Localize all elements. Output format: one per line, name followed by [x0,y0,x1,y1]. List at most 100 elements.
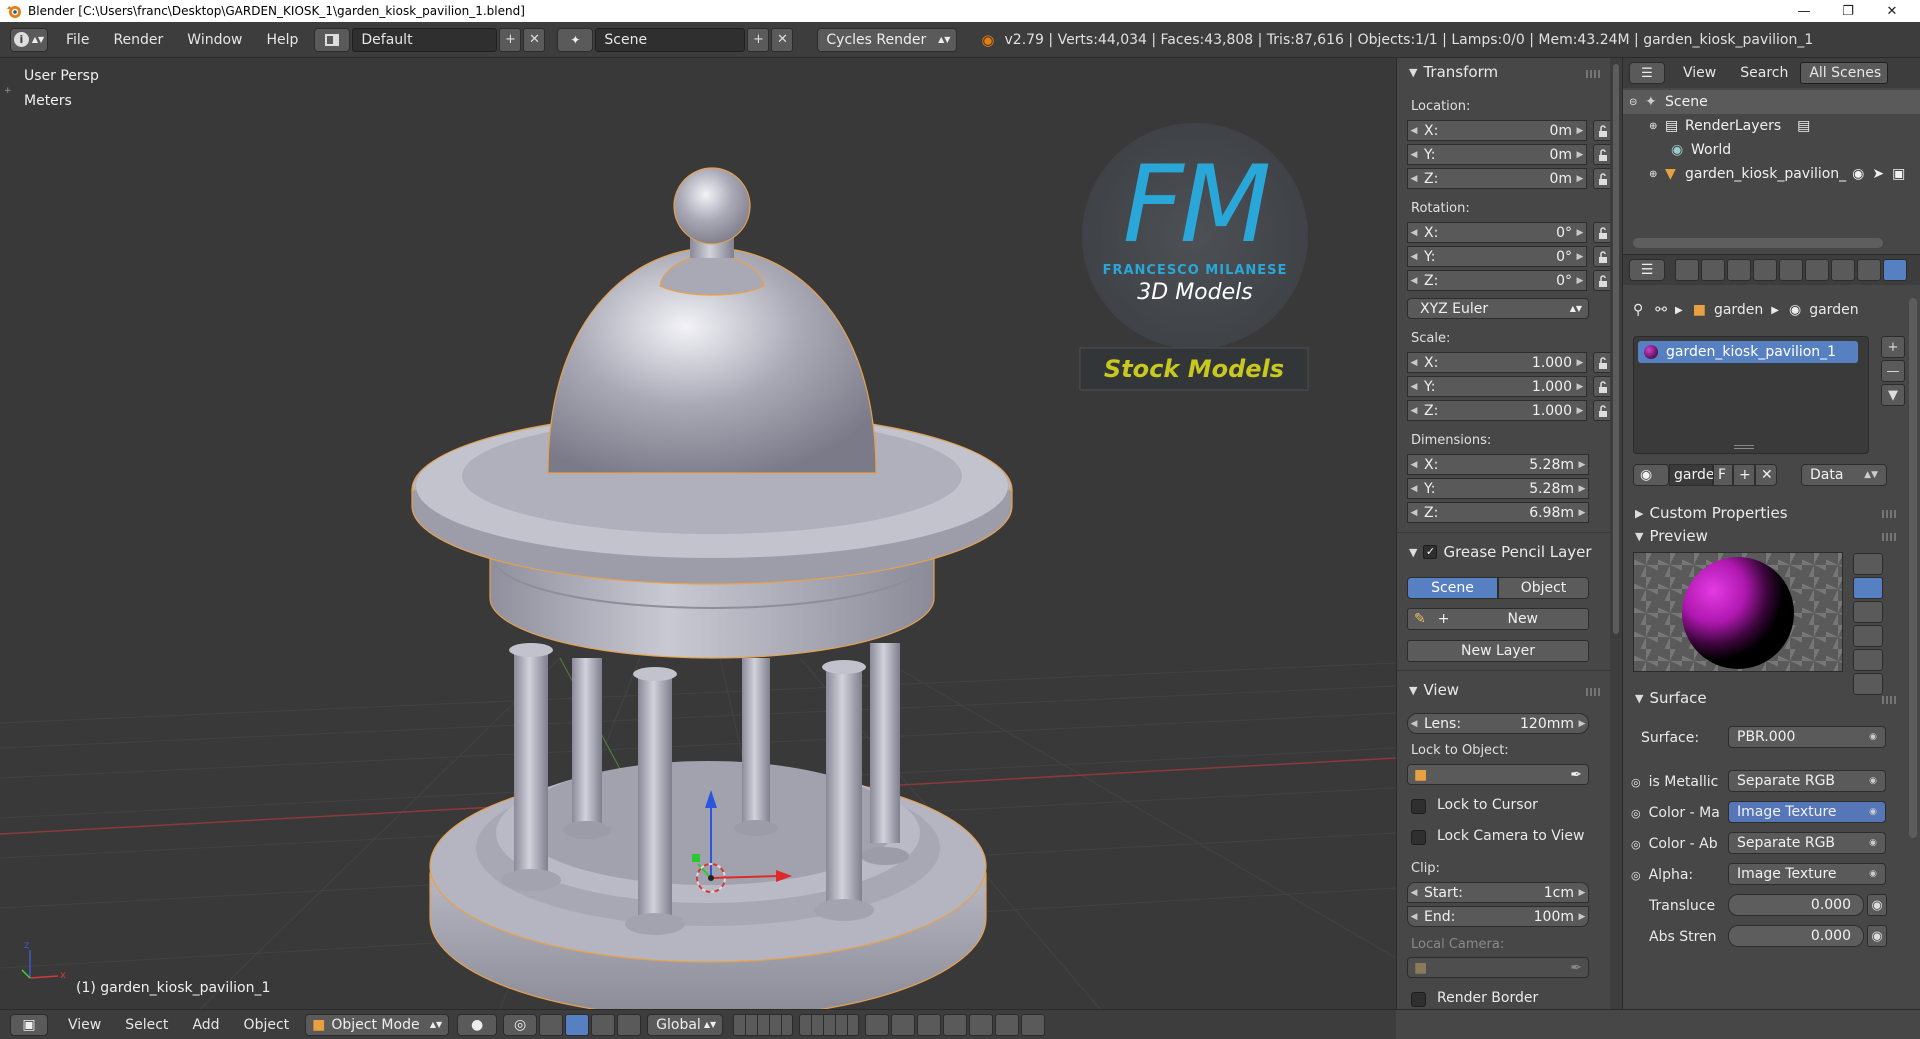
abs-strength-slider[interactable]: 0.000 [1728,925,1864,947]
new-material-icon[interactable]: + [1733,464,1755,486]
outliner-row-world[interactable]: ◉ World [1623,138,1920,162]
outliner-row-renderlayers[interactable]: ⊕ ▤ RenderLayers ▤ [1623,114,1920,138]
transform-orientation-dropdown[interactable]: Global ▲▼ [647,1013,724,1036]
renderlayer-toggle-icon[interactable]: ▤ [1797,118,1810,134]
lock-rotation-z-icon[interactable] [1593,270,1610,291]
render-camera-icon[interactable]: ▣ [1892,166,1905,182]
menu-object[interactable]: Object [232,1017,302,1033]
properties-scrollbar[interactable] [1909,298,1917,838]
rotate-manipulator-icon[interactable] [591,1013,616,1036]
slot-specials-icon[interactable]: ▼ [1881,384,1905,406]
material-name-field[interactable]: garde [1669,464,1714,486]
select-arrow-icon[interactable]: ➤ [1872,166,1884,182]
link-socket-icon[interactable]: ◎ [1631,838,1641,851]
link-socket-icon[interactable]: ◉ [1867,925,1887,947]
scale-z-field[interactable]: ◀ Z: 1.000 ▶ [1407,400,1587,421]
proportional-edit-icon[interactable] [891,1013,916,1036]
list-resize-grip[interactable] [1734,445,1754,449]
menu-help[interactable]: Help [254,32,310,48]
3d-view-editor-type-button[interactable]: ▣ [10,1013,48,1036]
editor-type-button[interactable]: i ▲▼ [10,27,48,52]
minimize-button[interactable]: — [1782,0,1826,22]
outliner-row-object[interactable]: ⊕ ▼ garden_kiosk_pavilion_ ◉ ➤ ▣ [1623,162,1920,186]
outliner-menu-search[interactable]: Search [1728,65,1800,81]
preview-panel-header[interactable]: ▼ Preview [1623,524,1883,548]
menu-view[interactable]: View [56,1017,113,1033]
panel-grip-icon[interactable] [1882,696,1896,704]
constraints-tab-icon[interactable] [1805,259,1829,281]
manipulator-toggle-icon[interactable] [539,1013,564,1036]
rotation-z-field[interactable]: ◀ Z: 0° ▶ [1407,270,1587,291]
dimension-z-field[interactable]: ◀ Z: 6.98m ▶ [1407,502,1589,523]
link-socket-icon[interactable]: ◎ [1631,807,1641,820]
panel-grip-icon[interactable] [1586,688,1600,696]
fake-user-button[interactable]: F [1713,464,1733,486]
3d-viewport[interactable]: z x FM FRANCESCO MILANESE 3D Models Stoc… [0,58,1396,1009]
panel-grip-icon[interactable] [1882,533,1896,541]
preview-monkey-icon[interactable] [1853,625,1883,647]
material-tab-icon[interactable] [1883,259,1907,281]
lock-to-cursor-checkbox[interactable] [1411,799,1426,814]
lock-camera-checkbox[interactable] [1411,830,1426,845]
layout-name-field[interactable]: Default [352,27,498,52]
unlink-material-icon[interactable]: ✕ [1755,464,1777,486]
grease-pencil-panel-header[interactable]: ▼ ✓ Grease Pencil Layer [1397,540,1597,564]
scrollbar-thumb[interactable] [1613,64,1619,634]
rotation-x-field[interactable]: ◀ X: 0° ▶ [1407,222,1587,243]
clip-end-field[interactable]: ◀ End: 100m ▶ [1407,906,1589,927]
local-camera-field[interactable]: ■ ✒ [1407,957,1589,978]
preview-hair-icon[interactable] [1853,649,1883,671]
scene-tab-icon[interactable] [1727,259,1751,281]
preview-flat-icon[interactable] [1853,553,1883,575]
layer-grid-b[interactable] [799,1013,860,1036]
panel-grip-icon[interactable] [1586,70,1600,78]
outliner-filter-dropdown[interactable]: All Scenes [1800,62,1889,84]
link-socket-icon[interactable]: ◎ [1631,869,1641,882]
pin-icon[interactable]: ⚲ [1633,302,1643,318]
world-tab-icon[interactable] [1753,259,1777,281]
lock-rotation-x-icon[interactable] [1593,222,1610,243]
lock-scale-x-icon[interactable] [1593,352,1610,373]
toolshelf-toggle-icon[interactable]: + [4,86,12,96]
layer-buttons[interactable] [731,1013,860,1036]
scale-x-field[interactable]: ◀ X: 1.000 ▶ [1407,352,1587,373]
add-layout-icon[interactable]: + [499,27,522,52]
remove-slot-icon[interactable]: — [1881,360,1905,382]
interaction-mode-dropdown[interactable]: ■ Object Mode ▲▼ [305,1013,450,1036]
preview-cube-icon[interactable] [1853,601,1883,623]
add-scene-icon[interactable]: + [747,27,770,52]
transform-panel-header[interactable]: ▼ Transform [1397,60,1597,84]
modifiers-tab-icon[interactable] [1831,259,1855,281]
link-mode-dropdown[interactable]: Data ▲▼ [1801,464,1887,486]
properties-editor-type-button[interactable]: ☰ [1629,259,1665,281]
screen-layout-button[interactable] [314,27,351,52]
location-z-field[interactable]: ◀ Z: 0m ▶ [1407,168,1587,189]
scene-name-field[interactable]: Scene [595,27,746,52]
render-preview-icon[interactable] [995,1013,1020,1036]
eyedropper-icon[interactable]: ✒ [1570,767,1582,783]
grease-pencil-checkbox[interactable]: ✓ [1423,545,1438,559]
surface-panel-header[interactable]: ▼ Surface [1623,686,1883,710]
browse-material-button[interactable]: ◉ [1633,464,1669,486]
new-layer-button[interactable]: New Layer [1407,640,1589,662]
custom-properties-header[interactable]: ▶ Custom Properties [1623,501,1883,525]
outliner-row-scene[interactable]: ⊝ ✦ Scene [1623,90,1920,114]
layer-grid-a[interactable] [733,1013,794,1036]
color-ab-input-dropdown[interactable]: Separate RGB ◉ [1728,832,1886,854]
material-slot-list[interactable]: garden_kiosk_pavilion_1 [1633,336,1869,454]
render-border-checkbox[interactable] [1411,992,1426,1007]
render-animation-icon[interactable] [1021,1013,1046,1036]
expand-icon[interactable]: ⊕ [1649,121,1659,132]
region-scrollbar[interactable] [1610,58,1622,1009]
lock-scale-z-icon[interactable] [1593,400,1610,421]
lock-location-x-icon[interactable] [1593,120,1610,141]
remove-layout-icon[interactable]: ✕ [523,27,546,52]
menu-select[interactable]: Select [113,1017,180,1033]
snap-target-icon[interactable] [969,1013,994,1036]
transluce-slider[interactable]: 0.000 [1728,894,1864,916]
scene-selector-button[interactable]: ✦ [557,27,594,52]
add-slot-icon[interactable]: + [1881,336,1905,358]
data-tab-icon[interactable] [1857,259,1881,281]
metallic-input-dropdown[interactable]: Separate RGB ◉ [1728,770,1886,792]
render-layers-tab-icon[interactable] [1701,259,1725,281]
